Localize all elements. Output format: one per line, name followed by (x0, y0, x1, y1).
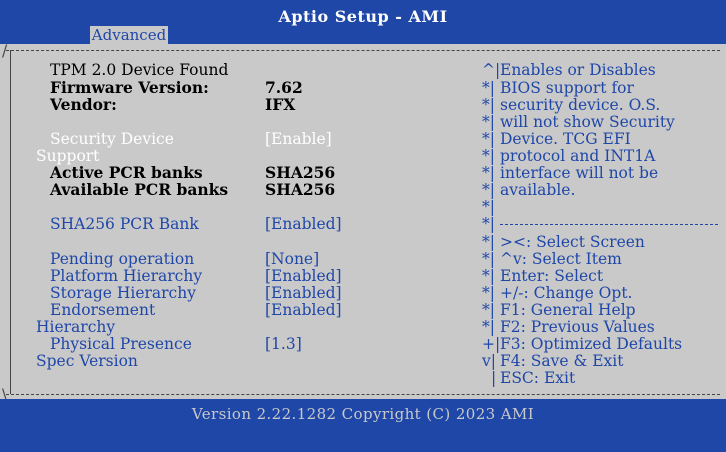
scroll-marker: *| (482, 318, 495, 336)
corner-top-left: / (2, 42, 8, 60)
available-pcr-banks-value: SHA256 (265, 180, 336, 199)
help-line: Enables or Disables (500, 61, 656, 79)
help-panel-bar: | (491, 369, 497, 387)
frame-top-border (6, 50, 720, 51)
endorsement-hierarchy-label[interactable]: Endorsement (50, 301, 155, 319)
key-hint: F2: Previous Values (500, 318, 655, 336)
sha256-pcr-bank-label[interactable]: SHA256 PCR Bank (50, 215, 199, 233)
scroll-marker: v| (482, 352, 496, 370)
help-divider (500, 224, 718, 225)
scroll-marker: *| (482, 130, 495, 148)
scroll-marker: *| (482, 79, 495, 97)
help-line: will not show Security (500, 113, 675, 131)
tab-advanced[interactable]: Advanced (90, 26, 168, 44)
key-hint: Enter: Select (500, 267, 604, 285)
physical-presence-label[interactable]: Physical Presence (50, 335, 192, 353)
scroll-marker: *| (482, 96, 495, 114)
scroll-marker: ^| (482, 61, 501, 79)
help-line: BIOS support for (500, 79, 634, 97)
scroll-marker: *| (482, 215, 495, 233)
security-device-label[interactable]: Security Device (50, 130, 174, 148)
key-hint: ^v: Select Item (500, 250, 622, 268)
help-line: available. (500, 181, 576, 199)
key-hint: F1: General Help (500, 301, 636, 319)
scroll-marker: *| (482, 301, 495, 319)
vendor-value: IFX (265, 95, 296, 114)
scroll-marker: +| (482, 335, 501, 353)
tpm-found-text: TPM 2.0 Device Found (50, 61, 229, 79)
help-line: protocol and INT1A (500, 147, 656, 165)
physical-presence-value[interactable]: [1.3] (265, 335, 302, 353)
storage-hierarchy-label[interactable]: Storage Hierarchy (50, 284, 196, 302)
scroll-marker: *| (482, 147, 495, 165)
setup-frame: / \ TPM 2.0 Device Found Firmware Versio… (0, 42, 726, 404)
version-text: Version 2.22.1282 Copyright (C) 2023 AMI (191, 405, 535, 423)
footer-bar: Version 2.22.1282 Copyright (C) 2023 AMI (0, 399, 726, 452)
scroll-marker: *| (482, 284, 495, 302)
scroll-marker: *| (482, 113, 495, 131)
scroll-marker: *| (482, 233, 495, 251)
scroll-marker: *| (482, 198, 495, 216)
sha256-pcr-bank-value[interactable]: [Enabled] (265, 215, 342, 233)
frame-left-border (10, 50, 11, 394)
pending-operation-label[interactable]: Pending operation (50, 250, 194, 268)
scroll-marker: *| (482, 164, 495, 182)
platform-hierarchy-value[interactable]: [Enabled] (265, 267, 342, 285)
scroll-marker: *| (482, 250, 495, 268)
pending-operation-value[interactable]: [None] (265, 250, 319, 268)
help-line: security device. O.S. (500, 96, 661, 114)
key-hint: F4: Save & Exit (500, 352, 624, 370)
scroll-marker: *| (482, 267, 495, 285)
help-line: Device. TCG EFI (500, 130, 631, 148)
vendor-label: Vendor: (50, 95, 117, 114)
endorsement-hierarchy-value[interactable]: [Enabled] (265, 301, 342, 319)
storage-hierarchy-value[interactable]: [Enabled] (265, 284, 342, 302)
spec-version-label[interactable]: Spec Version (36, 352, 138, 370)
key-hint: +/-: Change Opt. (500, 284, 633, 302)
app-title: Aptio Setup - AMI (278, 7, 448, 26)
bios-screen: Aptio Setup - AMI Advanced / \ TPM 2.0 D… (0, 0, 726, 452)
endorsement-hierarchy-continuation: Hierarchy (36, 318, 116, 336)
frame-bottom-border (6, 394, 720, 395)
platform-hierarchy-label[interactable]: Platform Hierarchy (50, 267, 202, 285)
key-hint: F3: Optimized Defaults (500, 335, 683, 353)
key-hint: ESC: Exit (500, 369, 576, 387)
key-hint: ><: Select Screen (500, 233, 645, 251)
help-line: interface will not be (500, 164, 659, 182)
available-pcr-banks-label: Available PCR banks (50, 180, 229, 199)
scroll-marker: *| (482, 181, 495, 199)
security-device-value[interactable]: [Enable] (265, 130, 332, 148)
title-bar: Aptio Setup - AMI Advanced (0, 0, 726, 44)
